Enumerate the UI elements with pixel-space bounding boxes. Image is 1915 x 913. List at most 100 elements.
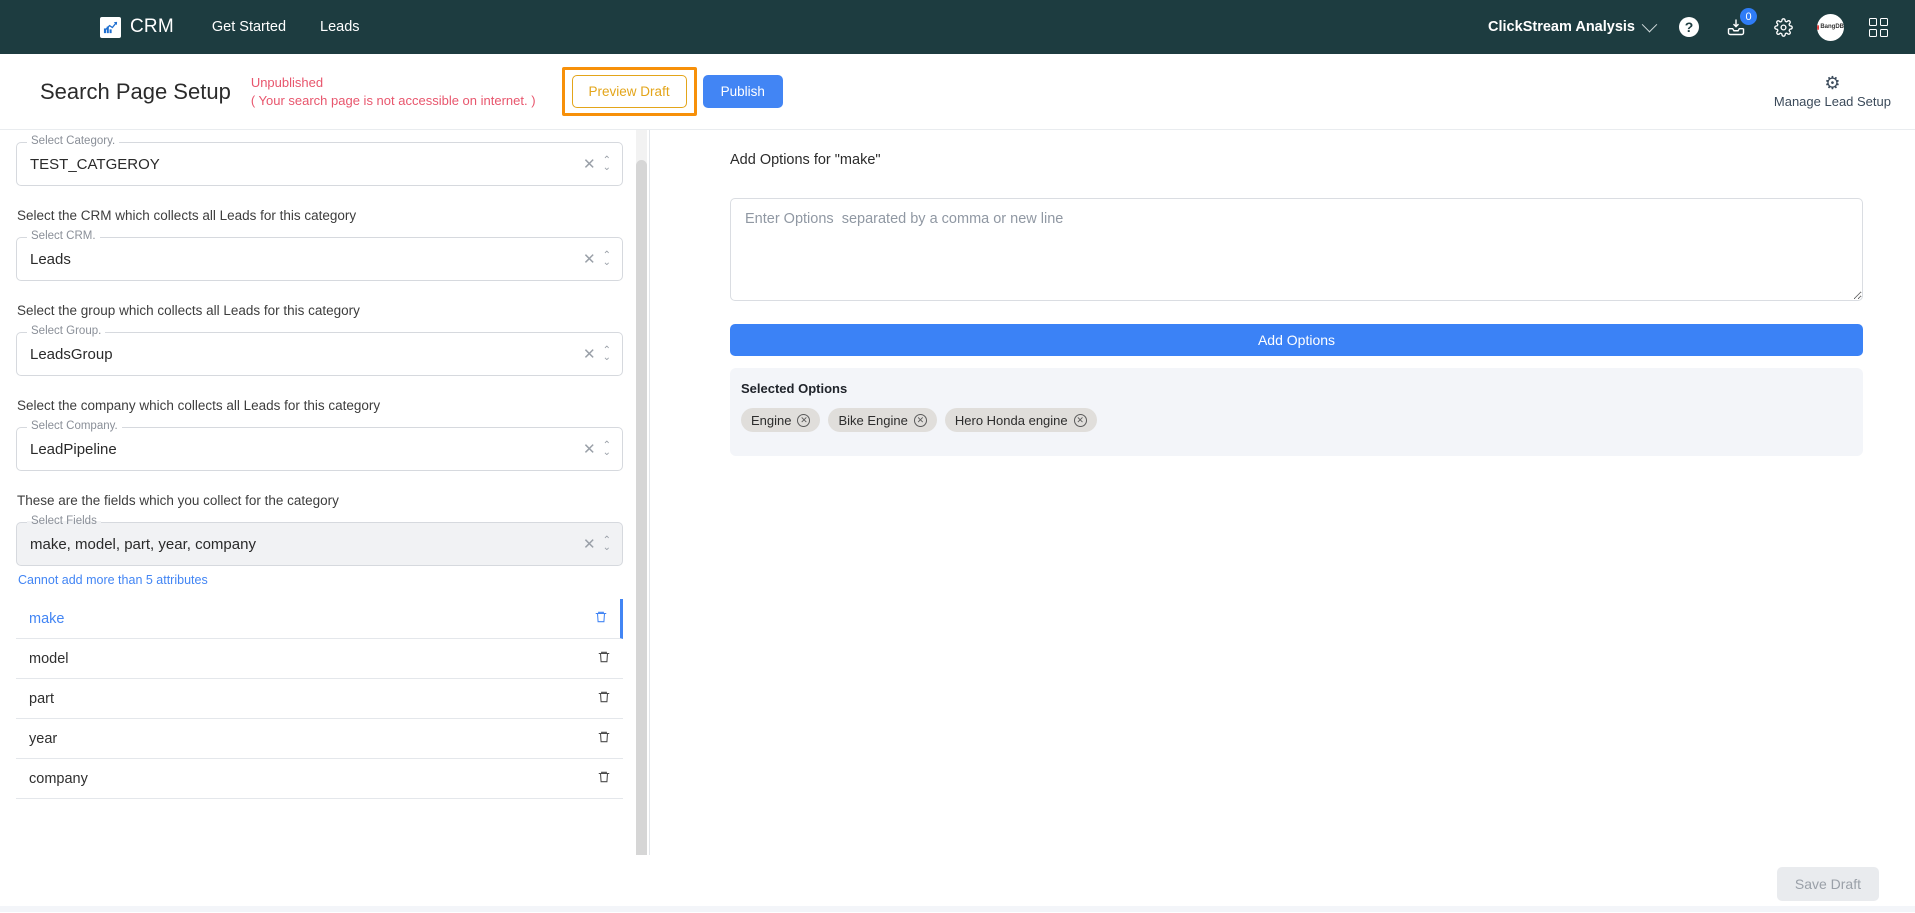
clear-icon[interactable]: ✕ <box>576 157 603 172</box>
selected-options-chips: Engine ✕ Bike Engine ✕ Hero Honda engine ✕ <box>741 408 1852 432</box>
option-chip: Engine ✕ <box>741 408 821 432</box>
manage-lead-setup-link[interactable]: ⚙ Manage Lead Setup <box>1774 74 1891 109</box>
select-group-label: Select Group. <box>27 325 106 337</box>
remove-circle-icon[interactable]: ✕ <box>1073 413 1087 427</box>
brand-name: CRM <box>130 16 174 37</box>
attribute-row[interactable]: make <box>16 599 623 639</box>
select-company-label: Select Company. <box>27 420 122 432</box>
apps-button[interactable] <box>1865 14 1891 40</box>
trash-icon[interactable] <box>597 730 611 747</box>
status-badge: Unpublished <box>250 74 324 90</box>
select-category-value: TEST_CATGEROY <box>30 155 160 173</box>
remove-circle-icon[interactable]: ✕ <box>913 413 927 427</box>
preview-draft-highlight: Preview Draft <box>561 67 697 116</box>
chevron-down-icon: ⌄ <box>602 162 611 173</box>
save-draft-button[interactable]: Save Draft <box>1776 866 1879 901</box>
attribute-name: model <box>29 650 69 667</box>
clear-icon[interactable]: ✕ <box>576 347 603 362</box>
option-chip-label: Engine <box>751 412 792 428</box>
select-company-value: LeadPipeline <box>30 440 117 458</box>
select-fields-field[interactable]: Select Fields make, model, part, year, c… <box>16 515 623 566</box>
avatar-dot <box>1817 24 1820 30</box>
publish-button[interactable]: Publish <box>702 75 783 108</box>
attribute-row[interactable]: model <box>16 639 623 679</box>
main-content: Select Category. TEST_CATGEROY ✕ ⌃ ⌄ Sel… <box>0 130 1915 912</box>
attribute-row[interactable]: part <box>16 679 623 719</box>
options-input[interactable] <box>730 198 1863 301</box>
trash-icon[interactable] <box>594 610 608 627</box>
select-group-field[interactable]: Select Group. LeadsGroup ✕ ⌃ ⌄ <box>16 325 623 376</box>
gear-icon: ⚙ <box>1824 73 1841 93</box>
add-options-button[interactable]: Add Options <box>730 324 1863 356</box>
help-button[interactable]: ? <box>1676 14 1702 40</box>
apps-grid-icon <box>1868 17 1888 37</box>
attribute-name: part <box>29 690 54 707</box>
selected-options-title: Selected Options <box>741 381 848 396</box>
chevron-down-icon: ⌄ <box>602 447 611 458</box>
selected-options-panel: Selected Options Engine ✕ Bike Engine ✕ Hero… <box>730 368 1863 456</box>
gear-icon <box>1773 17 1793 37</box>
page-title: Search Page Setup <box>40 78 231 104</box>
publish-status: Unpublished ( Your search page is not ac… <box>251 74 536 109</box>
options-editor-panel: Add Options for "make" Add Options Selec… <box>650 130 1915 912</box>
manage-lead-setup-label: Manage Lead Setup <box>1773 94 1891 109</box>
select-company-field[interactable]: Select Company. LeadPipeline ✕ ⌃ ⌄ <box>16 420 623 471</box>
trash-icon[interactable] <box>597 650 611 667</box>
chevron-down-icon: ⌄ <box>602 257 611 268</box>
trash-icon[interactable] <box>597 690 611 707</box>
attribute-name: make <box>29 610 65 627</box>
clear-icon[interactable]: ✕ <box>576 537 603 552</box>
attribute-name: company <box>29 770 88 787</box>
top-nav-right-group: ClickStream Analysis ? 0 BangDB <box>1488 7 1891 41</box>
select-fields-label: Select Fields <box>27 515 101 527</box>
remove-circle-icon[interactable]: ✕ <box>797 413 811 427</box>
config-form: Select Category. TEST_CATGEROY ✕ ⌃ ⌄ Sel… <box>0 135 649 799</box>
select-category-label: Select Category. <box>27 135 120 147</box>
scrollbar-thumb[interactable] <box>636 160 647 860</box>
search-page-config-panel: Select Category. TEST_CATGEROY ✕ ⌃ ⌄ Sel… <box>0 130 650 912</box>
brand-logo-group[interactable]: CRM <box>100 16 174 38</box>
clear-icon[interactable]: ✕ <box>576 442 603 457</box>
chevron-down-icon: ⌄ <box>602 352 611 363</box>
workspace-name: ClickStream Analysis <box>1488 19 1635 35</box>
attribute-row[interactable]: company <box>16 759 623 799</box>
select-group-value: LeadsGroup <box>30 345 113 363</box>
avatar[interactable]: BangDB <box>1817 13 1844 41</box>
attribute-list: make model part year company <box>16 599 623 799</box>
chevron-updown-icon[interactable]: ⌃ ⌄ <box>602 535 614 553</box>
footer-bar: Save Draft <box>0 855 1915 912</box>
company-helper-text: Select the company which collects all Le… <box>17 398 381 413</box>
status-description: ( Your search page is not accessible on … <box>250 92 536 108</box>
top-navigation-bar: CRM Get Started Leads ClickStream Analys… <box>0 0 1915 54</box>
avatar-label: BangDB <box>1820 24 1844 30</box>
chevron-down-icon: ⌄ <box>602 542 611 553</box>
inbox-badge-count: 0 <box>1739 7 1758 26</box>
nav-link-leads[interactable]: Leads <box>320 19 360 35</box>
left-panel-scrollbar[interactable] <box>636 130 647 912</box>
chevron-updown-icon[interactable]: ⌃ ⌄ <box>602 250 614 268</box>
select-crm-label: Select CRM. <box>27 230 100 242</box>
chevron-updown-icon[interactable]: ⌃ ⌄ <box>602 345 614 363</box>
option-chip: Hero Honda engine ✕ <box>944 408 1097 432</box>
option-chip-label: Bike Engine <box>838 412 908 428</box>
chart-arrow-icon <box>100 16 121 38</box>
group-helper-text: Select the group which collects all Lead… <box>17 303 360 318</box>
select-crm-value: Leads <box>30 250 71 268</box>
inbox-button[interactable]: 0 <box>1723 7 1758 40</box>
settings-button[interactable] <box>1770 14 1796 40</box>
select-fields-value: make, model, part, year, company <box>30 535 256 553</box>
clear-icon[interactable]: ✕ <box>576 252 603 267</box>
preview-draft-button[interactable]: Preview Draft <box>571 75 687 108</box>
attribute-row[interactable]: year <box>16 719 623 759</box>
chevron-updown-icon[interactable]: ⌃ ⌄ <box>602 440 614 458</box>
select-crm-field[interactable]: Select CRM. Leads ✕ ⌃ ⌄ <box>16 230 623 281</box>
fields-helper-text: These are the fields which you collect f… <box>17 493 339 508</box>
trash-icon[interactable] <box>597 770 611 787</box>
page-header: Search Page Setup Unpublished ( Your sea… <box>0 54 1915 130</box>
footer-strip <box>0 906 1915 912</box>
option-chip: Bike Engine ✕ <box>828 408 937 432</box>
chevron-updown-icon[interactable]: ⌃ ⌄ <box>602 155 614 173</box>
workspace-selector[interactable]: ClickStream Analysis <box>1488 16 1658 35</box>
nav-link-get-started[interactable]: Get Started <box>212 19 286 35</box>
select-category-field[interactable]: Select Category. TEST_CATGEROY ✕ ⌃ ⌄ <box>16 135 623 186</box>
